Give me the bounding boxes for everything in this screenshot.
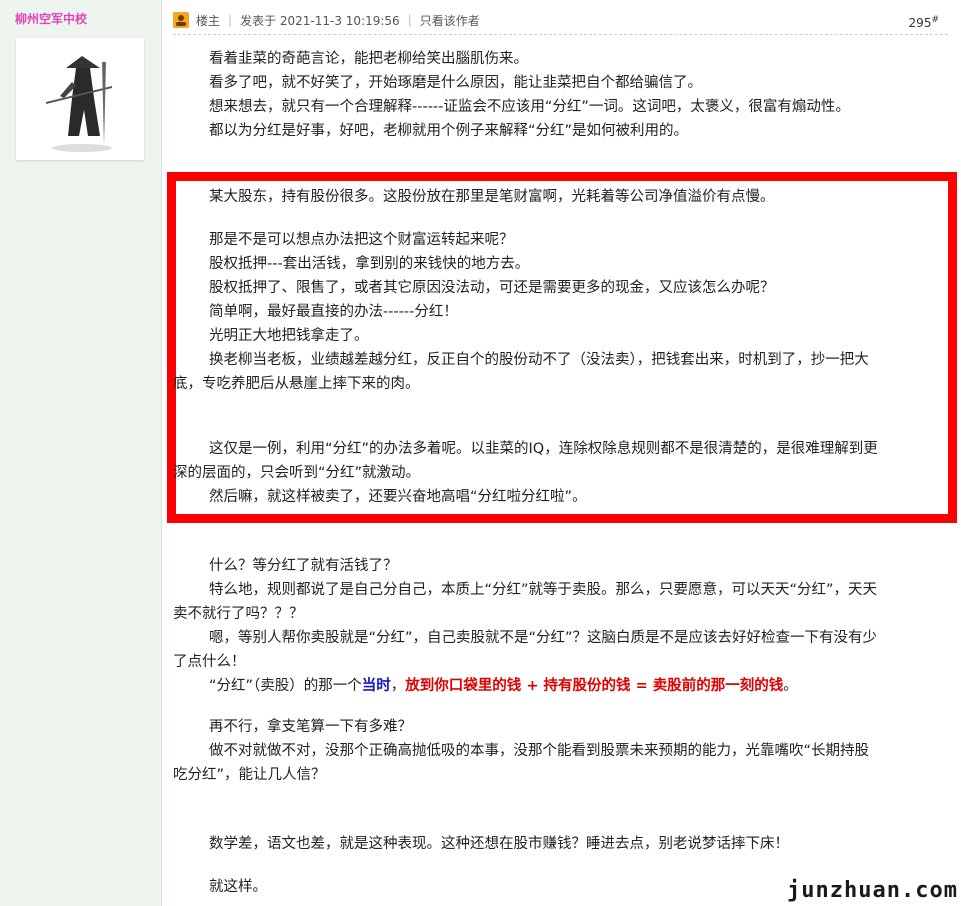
paragraph: 就这样。 <box>209 879 267 895</box>
paragraph: 再不行，拿支笔算一下有多难？ <box>209 719 412 735</box>
author-username[interactable]: 柳州空军中校 <box>15 10 87 27</box>
post-timestamp: 发表于 2021-11-3 10:19:56 <box>240 13 400 28</box>
only-author-link[interactable]: 只看该作者 <box>420 12 480 29</box>
paragraph: 看着韭菜的奇葩言论，能把老柳给笑出腦肌伤来。 <box>209 51 528 67</box>
highlight-blue: 当时 <box>361 678 391 694</box>
boxed-paragraph: 换老柳当老板，业绩越差越分红，反正自个的股份动不了（没法卖），把钱套出来，时机到… <box>209 352 869 368</box>
paragraph: 什么？等分红了就有活钱了？ <box>209 558 398 574</box>
boxed-paragraph: 某大股东，持有股份很多。这股份放在那里是笔财富啊，光耗着等公司净值溢价有点慢。 <box>209 189 775 205</box>
post-header: 楼主 | 发表于 2021-11-3 10:19:56 | 只看该作者 <box>173 8 948 32</box>
boxed-paragraph: 股权抵押了、限售了，或者其它原因没法动，可还是需要更多的现金，又应该怎么办呢？ <box>209 280 775 296</box>
boxed-paragraph: 深的层面的，只会听到“分红”就激动。 <box>173 465 421 481</box>
avatar-image <box>16 38 144 160</box>
post: 楼主 | 发表于 2021-11-3 10:19:56 | 只看该作者 295#… <box>161 0 961 906</box>
floor-number[interactable]: 295# <box>909 15 939 30</box>
thread-owner-label: 楼主 <box>196 13 221 28</box>
paragraph: 特么地，规则都说了是自己分自己，本质上“分红”就等于卖股。那么，只要愿意，可以天… <box>209 582 878 598</box>
paragraph: 做不对就做不对，没那个正确高抛低吸的本事，没那个能看到股票未来预期的能力，光靠嘴… <box>209 743 870 759</box>
paragraph: 了点什么！ <box>173 654 246 670</box>
author-sidebar: 柳州空军中校 <box>0 0 162 906</box>
boxed-paragraph: 股权抵押---套出活钱，拿到别的来钱快的地方去。 <box>209 256 530 272</box>
header-divider <box>173 34 948 35</box>
thread-owner-icon <box>173 12 189 28</box>
header-separator: | <box>407 13 412 27</box>
boxed-paragraph: 这仅是一例，利用“分红”的办法多着呢。以韭菜的IQ，连除权除息规则都不是很清楚的… <box>209 441 878 457</box>
boxed-paragraph: 简单啊，最好最直接的办法------分红！ <box>209 304 458 320</box>
boxed-paragraph: 光明正大地把钱拿走了。 <box>209 328 369 344</box>
boxed-paragraph: 那是不是可以想点办法把这个财富运转起来呢？ <box>209 232 514 248</box>
paragraph: 数学差，语文也差，就是这种表现。这种还想在股市赚钱？睡进去点，别老说梦话摔下床！ <box>209 836 789 852</box>
paragraph: 想来想去，就只有一个合理解释------证监会不应该用“分红”一词。这词吧，太褒… <box>209 99 850 115</box>
paragraph: 看多了吧，就不好笑了，开始琢磨是什么原因，能让韭菜把自个都给骗信了。 <box>209 75 702 91</box>
paragraph: 吃分红”，能让几人信？ <box>173 767 326 783</box>
highlight-red: 放到你口袋里的钱 + 持有股份的钱 = 卖股前的那一刻的钱 <box>405 678 784 694</box>
paragraph: 卖不就行了吗？？？ <box>173 606 304 622</box>
header-separator: | <box>228 13 233 27</box>
paragraph: “分红”（卖股）的那一个当时，放到你口袋里的钱 + 持有股份的钱 = 卖股前的那… <box>209 678 798 694</box>
boxed-paragraph: 然后嘛，就这样被卖了，还要兴奋地高唱“分红啦分红啦”。 <box>209 489 587 505</box>
paragraph: 嗯，等别人帮你卖股就是“分红”，自己卖股就不是“分红”？这脑白质是不是应该去好好… <box>209 630 878 646</box>
paragraph: 都以为分红是好事，好吧，老柳就用个例子来解释“分红”是如何被利用的。 <box>209 123 689 139</box>
site-watermark: junzhuan.com <box>787 878 958 903</box>
boxed-paragraph: 底，专吃养肥后从悬崖上摔下来的肉。 <box>173 376 420 392</box>
avatar[interactable] <box>16 38 144 160</box>
